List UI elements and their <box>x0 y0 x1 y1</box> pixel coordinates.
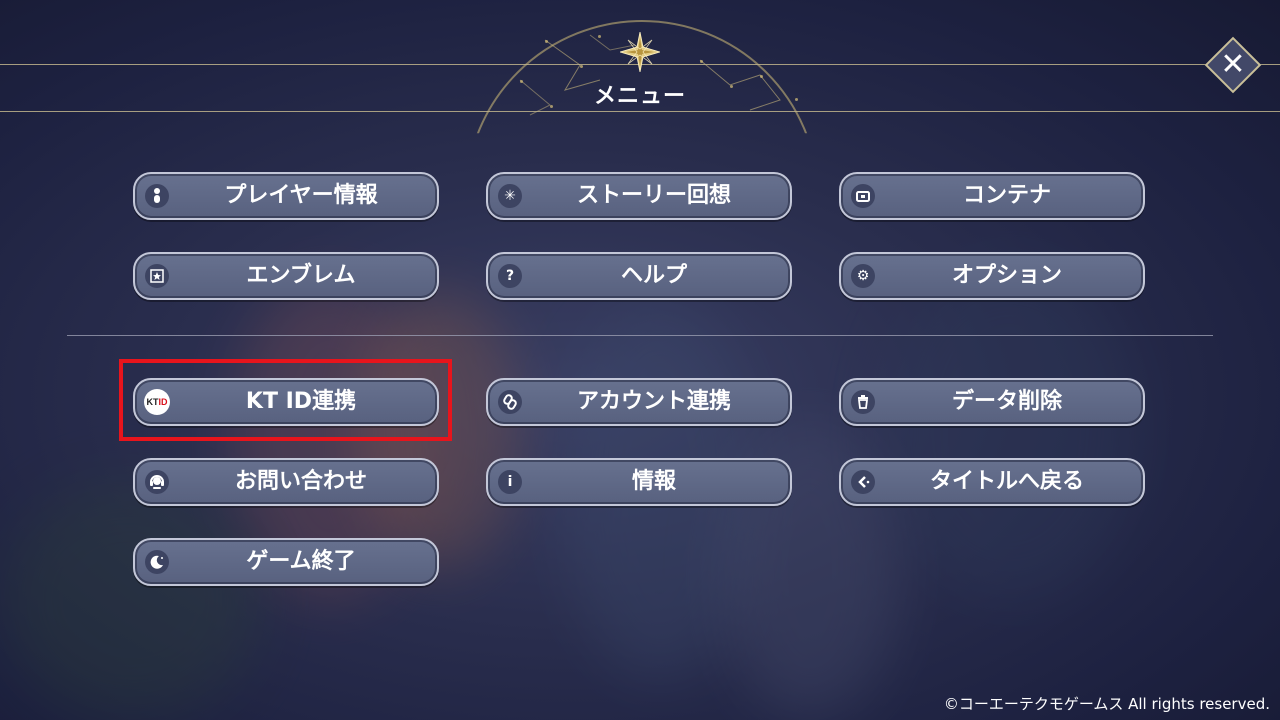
container-button[interactable]: コンテナ <box>839 172 1145 220</box>
button-label: KT ID連携 <box>245 389 357 414</box>
button-label: データ削除 <box>951 389 1062 414</box>
bg-foliage-shape <box>0 480 260 720</box>
bg-character-shape <box>360 290 520 570</box>
gear-icon: ⚙ <box>851 264 875 288</box>
button-label: ヘルプ <box>620 263 687 288</box>
button-label: アカウント連携 <box>576 389 731 414</box>
kt-id-link-button[interactable]: KTID KT ID連携 <box>133 378 439 426</box>
player-info-button[interactable]: プレイヤー情報 <box>133 172 439 220</box>
emblem-icon <box>145 264 169 288</box>
emblem-button[interactable]: エンブレム <box>133 252 439 300</box>
close-button[interactable]: ✕ <box>1204 36 1262 94</box>
bg-character-shape <box>880 260 1140 600</box>
link-icon <box>498 390 522 414</box>
person-icon <box>145 184 169 208</box>
button-label: ゲーム終了 <box>246 549 356 574</box>
copyright-text: ©コーエーテクモゲームス All rights reserved. <box>943 695 1270 713</box>
button-label: ストーリー回想 <box>576 183 731 208</box>
header-rule-bottom <box>0 111 1280 112</box>
support-headset-icon <box>145 470 169 494</box>
close-x-icon: ✕ <box>1220 47 1246 82</box>
moon-icon <box>145 550 169 574</box>
button-label: コンテナ <box>962 183 1051 208</box>
button-label: 情報 <box>631 469 676 494</box>
question-icon: ? <box>498 264 522 288</box>
account-link-button[interactable]: アカウント連携 <box>486 378 792 426</box>
compass-star-icon <box>620 32 660 72</box>
back-arrow-icon <box>851 470 875 494</box>
quit-game-button[interactable]: ゲーム終了 <box>133 538 439 586</box>
return-to-title-button[interactable]: タイトルへ戻る <box>839 458 1145 506</box>
story-recall-button[interactable]: ✳ ストーリー回想 <box>486 172 792 220</box>
button-label: お問い合わせ <box>234 469 367 494</box>
button-label: タイトルへ戻る <box>929 469 1084 494</box>
info-button[interactable]: i 情報 <box>486 458 792 506</box>
options-button[interactable]: ⚙ オプション <box>839 252 1145 300</box>
help-button[interactable]: ? ヘルプ <box>486 252 792 300</box>
kt-id-logo-icon: KTID <box>144 389 170 415</box>
contact-button[interactable]: お問い合わせ <box>133 458 439 506</box>
button-label: エンブレム <box>246 263 356 288</box>
page-title: メニュー <box>593 84 686 109</box>
trash-icon <box>851 390 875 414</box>
button-label: オプション <box>951 263 1062 288</box>
sparkle-icon: ✳ <box>498 184 522 208</box>
section-divider <box>67 335 1213 336</box>
delete-data-button[interactable]: データ削除 <box>839 378 1145 426</box>
button-label: プレイヤー情報 <box>224 183 378 208</box>
container-icon <box>851 184 875 208</box>
info-icon: i <box>498 470 522 494</box>
